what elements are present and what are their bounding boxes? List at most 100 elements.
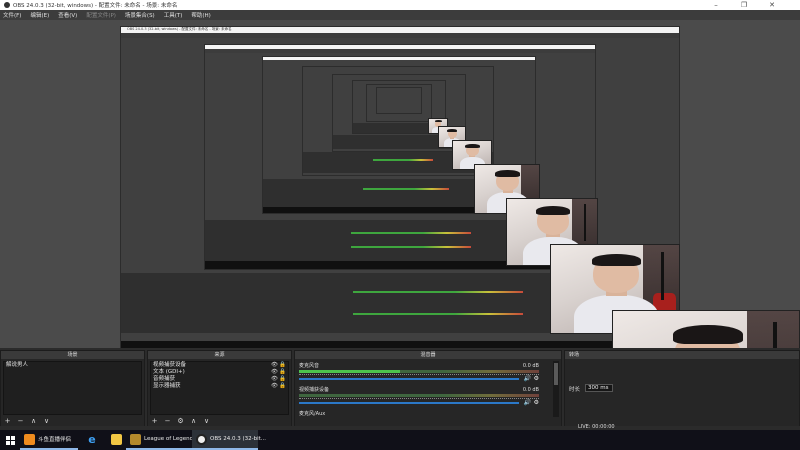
- volume-meter: [299, 394, 539, 397]
- lock-icon[interactable]: 🔒: [279, 369, 286, 376]
- minimize-icon: –: [714, 1, 718, 9]
- move-scene-up-button[interactable]: ∧: [29, 417, 38, 425]
- source-item-label: 视频捕获设备: [153, 362, 187, 368]
- mixer-track: 麦克风/Aux: [299, 411, 539, 421]
- source-properties-button[interactable]: ⚙: [176, 417, 185, 425]
- eye-icon[interactable]: 👁: [271, 383, 278, 390]
- lock-icon[interactable]: 🔒: [279, 376, 286, 383]
- eye-icon[interactable]: 👁: [271, 376, 278, 383]
- add-source-button[interactable]: +: [150, 417, 159, 425]
- windows-logo-icon: [5, 435, 15, 445]
- taskbar-douyu[interactable]: 斗鱼直播伴侣: [20, 430, 78, 450]
- douyu-icon: [24, 433, 35, 445]
- menu-scene-collection[interactable]: 场景集合(S): [125, 11, 155, 19]
- nested-meter: [351, 246, 471, 248]
- lock-icon[interactable]: 🔒: [279, 383, 286, 390]
- source-item[interactable]: 视频捕获设备 👁 🔒: [151, 362, 288, 369]
- volume-slider[interactable]: [299, 378, 519, 380]
- nested-meter: [363, 188, 449, 190]
- title-bar: OBS 24.0.3 (32-bit, windows) - 配置文件: 未命名…: [0, 0, 800, 10]
- transitions-panel: 转场 时长 300 ms: [564, 350, 800, 428]
- mixer-track-db: 0.0 dB: [522, 387, 539, 393]
- taskbar-item-label: 斗鱼直播伴侣: [38, 437, 72, 443]
- folder-icon: [110, 433, 122, 445]
- scenes-toolbar: + − ∧ ∨: [3, 416, 142, 426]
- maximize-button[interactable]: ❐: [730, 0, 758, 10]
- scene-item[interactable]: 解说男人: [4, 362, 141, 369]
- taskbar-explorer[interactable]: [106, 430, 126, 450]
- remove-scene-button[interactable]: −: [16, 417, 25, 425]
- mixer-header: 混音器: [295, 351, 561, 359]
- close-button[interactable]: ✕: [758, 0, 786, 10]
- scenes-panel: 场景 解说男人 + − ∧ ∨: [0, 350, 145, 428]
- meter-level: [299, 370, 400, 373]
- obs-icon: [196, 433, 207, 445]
- nested-taskbar: [121, 341, 679, 348]
- ie-icon: e: [88, 432, 96, 446]
- maximize-icon: ❐: [740, 1, 748, 9]
- menu-view[interactable]: 查看(V): [58, 11, 77, 19]
- taskbar-obs[interactable]: OBS 24.0.3 (32-bit...: [192, 430, 266, 450]
- minimize-button[interactable]: –: [702, 0, 730, 10]
- move-source-up-button[interactable]: ∧: [189, 417, 198, 425]
- mixer-track: 视频捕获设备 0.0 dB 🔊 ⚙: [299, 387, 539, 407]
- add-scene-button[interactable]: +: [3, 417, 12, 425]
- obs-desktop: OBS 24.0.3 (32-bit, windows) - 配置文件: 未命名…: [0, 0, 800, 450]
- mixer-scrollbar[interactable]: [553, 361, 559, 417]
- mixer-track-name: 麦克风/Aux: [299, 411, 326, 417]
- mixer-track-name: 麦克风音: [299, 363, 320, 369]
- volume-slider[interactable]: [299, 402, 519, 404]
- taskbar-item-label: League of Legends: [144, 436, 196, 442]
- source-item[interactable]: 显示器捕获 👁 🔒: [151, 383, 288, 390]
- start-button[interactable]: [0, 430, 20, 450]
- sources-panel: 来源 视频捕获设备 👁 🔒 文本 (GDI+) 👁 🔒 音频捕获 👁 🔒 显示器捕获 👁 🔒 +…: [147, 350, 292, 428]
- speaker-icon[interactable]: 🔊: [524, 375, 531, 382]
- windows-taskbar: 斗鱼直播伴侣 e League of Legends OBS 24.0.3 (3…: [0, 430, 800, 450]
- preview-canvas[interactable]: OBS 24.0.3 (32-bit, windows) - 配置文件: 未命名…: [0, 20, 800, 348]
- menu-help[interactable]: 帮助(H): [191, 11, 210, 19]
- lock-icon[interactable]: 🔒: [279, 362, 286, 369]
- move-source-down-button[interactable]: ∨: [202, 417, 211, 425]
- transitions-header: 转场: [565, 351, 799, 359]
- sources-header: 来源: [148, 351, 291, 359]
- taskbar-league[interactable]: League of Legends: [126, 430, 196, 450]
- remove-source-button[interactable]: −: [163, 417, 172, 425]
- nested-obs-window: [376, 87, 422, 114]
- eye-icon[interactable]: 👁: [271, 362, 278, 369]
- meter-scale: [299, 398, 539, 400]
- lol-icon: [130, 433, 141, 445]
- nested-meter: [351, 232, 471, 234]
- nested-menu-bar: [121, 33, 679, 38]
- menu-tools[interactable]: 工具(T): [164, 11, 183, 19]
- gear-icon[interactable]: ⚙: [534, 375, 539, 382]
- menu-bar: 文件(F) 编辑(E) 查看(V) 配置文件(P) 场景集合(S) 工具(T) …: [0, 10, 800, 20]
- nested-meter: [353, 291, 523, 293]
- taskbar-item-label: OBS 24.0.3 (32-bit...: [210, 436, 267, 442]
- window-title: OBS 24.0.3 (32-bit, windows) - 配置文件: 未命名…: [13, 3, 178, 9]
- duration-label: 时长: [569, 387, 581, 393]
- duration-input[interactable]: 300 ms: [585, 384, 613, 392]
- close-icon: ✕: [769, 1, 775, 9]
- source-item[interactable]: 文本 (GDI+) 👁 🔒: [151, 369, 288, 376]
- source-item-label: 显示器捕获: [153, 383, 181, 389]
- webcam-feed-main: [612, 310, 800, 348]
- source-item-label: 文本 (GDI+): [153, 369, 185, 375]
- nested-meter: [353, 313, 523, 315]
- menu-edit[interactable]: 编辑(E): [30, 11, 49, 19]
- mixer-track-name: 视频捕获设备: [299, 387, 330, 393]
- mixer-panel: 混音器 麦克风音 0.0 dB 🔊 ⚙ 视频捕获设备 0.0 dB 🔊 ⚙ 麦克…: [294, 350, 562, 428]
- gear-icon[interactable]: ⚙: [534, 399, 539, 406]
- move-scene-down-button[interactable]: ∨: [42, 417, 51, 425]
- menu-profile[interactable]: 配置文件(P): [86, 11, 116, 19]
- scenes-list[interactable]: 解说男人: [3, 361, 142, 415]
- eye-icon[interactable]: 👁: [271, 369, 278, 376]
- speaker-icon[interactable]: 🔊: [524, 399, 531, 406]
- menu-file[interactable]: 文件(F): [3, 11, 21, 19]
- taskbar-ie[interactable]: e: [78, 430, 106, 450]
- source-item[interactable]: 音频捕获 👁 🔒: [151, 376, 288, 383]
- source-item-label: 音频捕获: [153, 376, 176, 382]
- scrollbar-thumb[interactable]: [554, 363, 558, 385]
- dock-area: 场景 解说男人 + − ∧ ∨ 来源 视频捕获设备 👁 🔒 文本 (GDI+) 👁 🔒 …: [0, 348, 800, 430]
- sources-list[interactable]: 视频捕获设备 👁 🔒 文本 (GDI+) 👁 🔒 音频捕获 👁 🔒 显示器捕获 👁 🔒: [150, 361, 289, 415]
- mixer-track: 麦克风音 0.0 dB 🔊 ⚙: [299, 363, 539, 383]
